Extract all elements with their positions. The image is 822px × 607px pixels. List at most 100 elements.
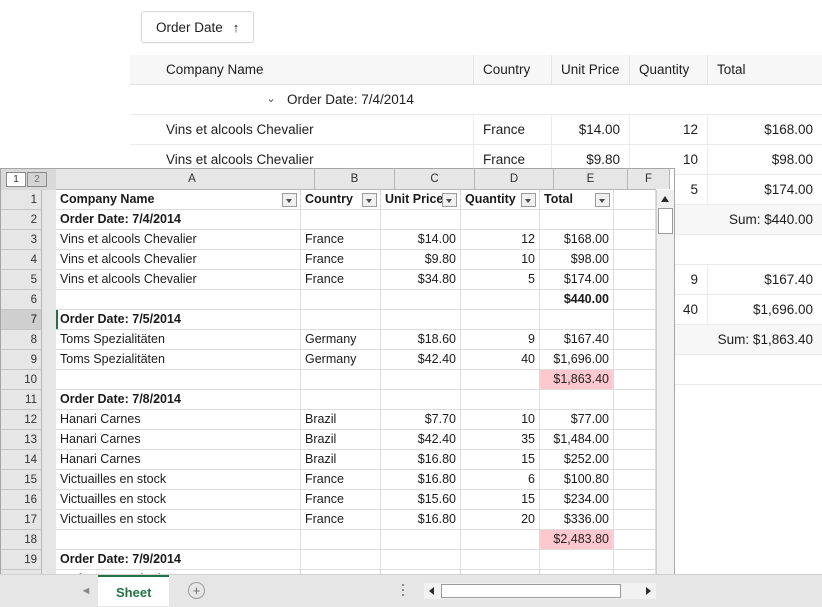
- cell-C7[interactable]: [381, 310, 461, 329]
- cell-F16[interactable]: [614, 490, 656, 509]
- row-header-9[interactable]: 9: [1, 350, 42, 370]
- cell-A18[interactable]: [56, 530, 301, 549]
- column-header-E[interactable]: E: [554, 169, 628, 189]
- cell-D6[interactable]: [461, 290, 540, 309]
- row-header-5[interactable]: 5: [1, 270, 42, 290]
- row-header-16[interactable]: 16: [1, 490, 42, 510]
- cell-D18[interactable]: [461, 530, 540, 549]
- cell-C2[interactable]: [381, 210, 461, 229]
- cell-A12[interactable]: Hanari Carnes: [56, 410, 301, 429]
- cell-C13[interactable]: $42.40: [381, 430, 461, 449]
- horizontal-scrollbar[interactable]: [424, 583, 656, 599]
- cell-B7[interactable]: [301, 310, 381, 329]
- cell-D5[interactable]: 5: [461, 270, 540, 289]
- grid-header-unit_price[interactable]: Unit Price: [551, 55, 629, 84]
- cell-B3[interactable]: France: [301, 230, 381, 249]
- cell-E12[interactable]: $77.00: [540, 410, 614, 429]
- cell-E3[interactable]: $168.00: [540, 230, 614, 249]
- cell-A19[interactable]: Order Date: 7/9/2014: [56, 550, 301, 569]
- cell-B8[interactable]: Germany: [301, 330, 381, 349]
- row-header-4[interactable]: 4: [1, 250, 42, 270]
- cell-D8[interactable]: 9: [461, 330, 540, 349]
- cell-C18[interactable]: [381, 530, 461, 549]
- cell-F18[interactable]: [614, 530, 656, 549]
- cell-D19[interactable]: [461, 550, 540, 569]
- cell-F2[interactable]: [614, 210, 656, 229]
- cell-F17[interactable]: [614, 510, 656, 529]
- cell-D14[interactable]: 15: [461, 450, 540, 469]
- cell-E7[interactable]: [540, 310, 614, 329]
- cell-A8[interactable]: Toms Spezialitäten: [56, 330, 301, 349]
- cell-F8[interactable]: [614, 330, 656, 349]
- cell-C14[interactable]: $16.80: [381, 450, 461, 469]
- cell-B18[interactable]: [301, 530, 381, 549]
- cell-E18[interactable]: $2,483.80: [540, 530, 614, 549]
- column-header-C[interactable]: C: [395, 169, 475, 189]
- column-header-D[interactable]: D: [475, 169, 554, 189]
- cell-F4[interactable]: [614, 250, 656, 269]
- sheet-nav-prev-icon[interactable]: ◄: [78, 584, 94, 598]
- cell-E14[interactable]: $252.00: [540, 450, 614, 469]
- cell-C12[interactable]: $7.70: [381, 410, 461, 429]
- cell-F7[interactable]: [614, 310, 656, 329]
- cell-F19[interactable]: [614, 550, 656, 569]
- column-header-F[interactable]: F: [628, 169, 670, 189]
- row-header-15[interactable]: 15: [1, 470, 42, 490]
- cell-E13[interactable]: $1,484.00: [540, 430, 614, 449]
- cell-E15[interactable]: $100.80: [540, 470, 614, 489]
- cell-A5[interactable]: Vins et alcools Chevalier: [56, 270, 301, 289]
- row-header-10[interactable]: 10: [1, 370, 42, 390]
- cell-F1[interactable]: [614, 190, 656, 209]
- cell-C16[interactable]: $15.60: [381, 490, 461, 509]
- sort-chip-order-date[interactable]: Order Date ↑: [141, 11, 255, 43]
- row-header-2[interactable]: 2: [1, 210, 42, 230]
- cell-C6[interactable]: [381, 290, 461, 309]
- cell-B12[interactable]: Brazil: [301, 410, 381, 429]
- cell-E9[interactable]: $1,696.00: [540, 350, 614, 369]
- outline-level-2-button[interactable]: 2: [27, 172, 47, 187]
- grid-header-country[interactable]: Country: [473, 55, 551, 84]
- cell-F11[interactable]: [614, 390, 656, 409]
- cell-B10[interactable]: [301, 370, 381, 389]
- cell-A4[interactable]: Vins et alcools Chevalier: [56, 250, 301, 269]
- cell-E16[interactable]: $234.00: [540, 490, 614, 509]
- cell-E2[interactable]: [540, 210, 614, 229]
- cell-D7[interactable]: [461, 310, 540, 329]
- cell-D17[interactable]: 20: [461, 510, 540, 529]
- cell-B11[interactable]: [301, 390, 381, 409]
- filter-dropdown-icon-E[interactable]: [595, 193, 610, 207]
- cell-C11[interactable]: [381, 390, 461, 409]
- cell-C9[interactable]: $42.40: [381, 350, 461, 369]
- cell-A17[interactable]: Victuailles en stock: [56, 510, 301, 529]
- vertical-scrollbar[interactable]: [656, 190, 674, 588]
- cell-F3[interactable]: [614, 230, 656, 249]
- cell-E19[interactable]: [540, 550, 614, 569]
- add-sheet-button[interactable]: +: [188, 582, 205, 599]
- cell-E10[interactable]: $1,863.40: [540, 370, 614, 389]
- cell-D12[interactable]: 10: [461, 410, 540, 429]
- cell-F13[interactable]: [614, 430, 656, 449]
- cell-E17[interactable]: $336.00: [540, 510, 614, 529]
- cell-C10[interactable]: [381, 370, 461, 389]
- cell-D9[interactable]: 40: [461, 350, 540, 369]
- cell-A7[interactable]: Order Date: 7/5/2014: [56, 310, 301, 329]
- filter-dropdown-icon-D[interactable]: [521, 193, 536, 207]
- hscroll-right-button[interactable]: [640, 583, 656, 599]
- cell-A13[interactable]: Hanari Carnes: [56, 430, 301, 449]
- filter-dropdown-icon-A[interactable]: [282, 193, 297, 207]
- grid-header-company[interactable]: Company Name: [157, 55, 473, 84]
- grid-group-row[interactable]: ⌄ Order Date: 7/4/2014: [130, 85, 822, 115]
- cell-B4[interactable]: France: [301, 250, 381, 269]
- cell-F12[interactable]: [614, 410, 656, 429]
- column-header-B[interactable]: B: [315, 169, 395, 189]
- cell-A11[interactable]: Order Date: 7/8/2014: [56, 390, 301, 409]
- cell-B19[interactable]: [301, 550, 381, 569]
- row-header-14[interactable]: 14: [1, 450, 42, 470]
- cell-A15[interactable]: Victuailles en stock: [56, 470, 301, 489]
- cell-C8[interactable]: $18.60: [381, 330, 461, 349]
- row-header-1[interactable]: 1: [1, 190, 42, 210]
- cell-F14[interactable]: [614, 450, 656, 469]
- hscroll-left-button[interactable]: [424, 583, 440, 599]
- cell-C15[interactable]: $16.80: [381, 470, 461, 489]
- sheet-tab-sheet[interactable]: Sheet: [98, 575, 170, 606]
